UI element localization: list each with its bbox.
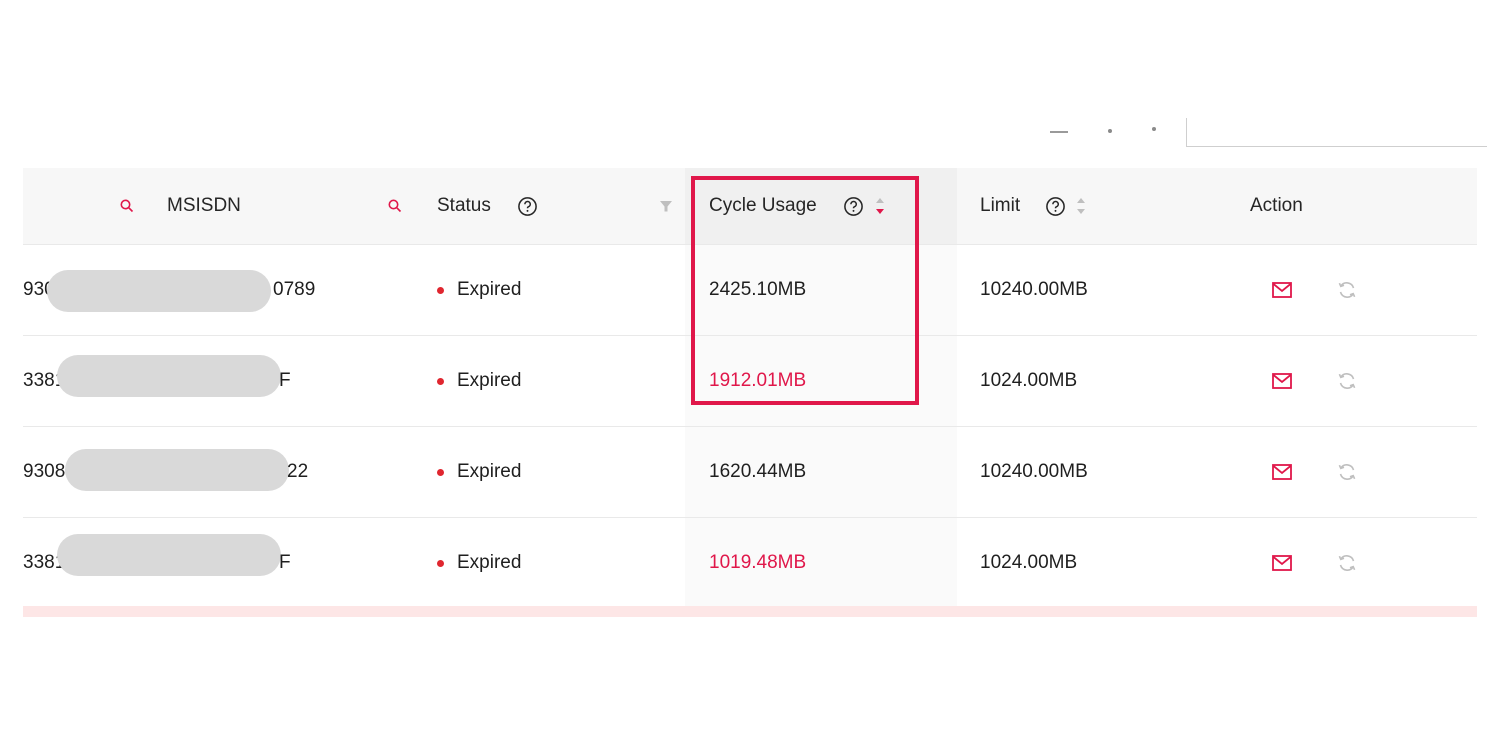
msisdn-suffix: 22 [287, 461, 309, 482]
column-header-action: Action [1250, 195, 1303, 216]
sort-icon[interactable] [1076, 195, 1086, 217]
table-header: MSISDN Status Cycle Usage Limit Action [23, 168, 1477, 245]
cycle-usage-value-over-limit: 1912.01MB [709, 370, 807, 391]
column-header-status[interactable]: Status [437, 195, 491, 217]
filter-icon[interactable] [659, 199, 673, 213]
redaction-mask [57, 534, 281, 576]
status-text: Expired [457, 279, 522, 300]
msisdn-suffix: F [279, 552, 291, 573]
status-dot [437, 286, 444, 294]
status-filter-wrap[interactable] [659, 168, 673, 244]
refresh-icon[interactable] [1336, 461, 1358, 483]
search-input[interactable] [1186, 118, 1487, 147]
help-circle-icon[interactable] [517, 195, 539, 217]
data-table: MSISDN Status Cycle Usage Limit Action 9… [23, 168, 1477, 609]
send-action-wrap[interactable] [1271, 245, 1293, 335]
cycle-usage-value-over-limit: 1019.48MB [709, 552, 807, 573]
column-header-limit[interactable]: Limit [980, 195, 1020, 217]
toolbar-fragment-dot [1152, 127, 1156, 131]
status-cell: Expired [437, 245, 521, 335]
search-icon[interactable] [387, 198, 403, 214]
mail-icon[interactable] [1271, 552, 1293, 574]
limit-value: 1024.00MB [980, 370, 1078, 391]
refresh-icon[interactable] [1336, 279, 1358, 301]
table-row: 93089 22 Expired 1620.44MB 10240.00MB [23, 427, 1477, 518]
mail-icon[interactable] [1271, 279, 1293, 301]
redaction-mask [47, 270, 271, 312]
status-dot [437, 468, 444, 476]
msisdn-suffix: 0789 [273, 279, 316, 300]
limit-value: 1024.00MB [980, 552, 1078, 573]
table-row: 3381 F Expired 1912.01MB 1024.00MB [23, 336, 1477, 427]
msisdn-suffix: F [279, 370, 291, 391]
status-cell: Expired [437, 336, 521, 426]
status-cell: Expired [437, 518, 521, 608]
redaction-mask [65, 449, 289, 491]
mail-icon[interactable] [1271, 461, 1293, 483]
refresh-action-wrap[interactable] [1336, 518, 1358, 608]
refresh-icon[interactable] [1336, 552, 1358, 574]
column-header-cycle-usage[interactable]: Cycle Usage [709, 195, 817, 217]
status-dot [437, 559, 444, 567]
column-header-limit-wrap: Limit [980, 168, 1086, 244]
send-action-wrap[interactable] [1271, 336, 1293, 426]
table-row: 930 0789 Expired 2425.10MB 10240.00MB [23, 245, 1477, 336]
status-text: Expired [457, 552, 522, 573]
cycle-usage-value: 2425.10MB [709, 279, 807, 300]
toolbar-fragment-mark [1050, 131, 1068, 133]
msisdn-search-wrap[interactable] [387, 168, 403, 244]
send-action-wrap[interactable] [1271, 518, 1293, 608]
column-header-cycle-usage-wrap: Cycle Usage [709, 168, 885, 244]
redaction-mask [57, 355, 281, 397]
status-text: Expired [457, 461, 522, 482]
send-action-wrap[interactable] [1271, 427, 1293, 517]
refresh-action-wrap[interactable] [1336, 427, 1358, 517]
toolbar-fragment-dot [1108, 129, 1112, 133]
refresh-icon[interactable] [1336, 370, 1358, 392]
help-circle-icon[interactable] [1044, 195, 1066, 217]
refresh-action-wrap[interactable] [1336, 336, 1358, 426]
status-text: Expired [457, 370, 522, 391]
search-msisdn-prev-icon-wrap[interactable] [119, 168, 135, 244]
refresh-action-wrap[interactable] [1336, 245, 1358, 335]
status-dot [437, 377, 444, 385]
column-header-status-wrap: Status [437, 168, 539, 244]
table-footer-strip [23, 606, 1477, 617]
status-cell: Expired [437, 427, 521, 517]
column-header-msisdn[interactable]: MSISDN [167, 168, 241, 244]
toolbar-fragment [1040, 118, 1500, 148]
table-row: 3381 F Expired 1019.48MB 1024.00MB [23, 518, 1477, 609]
cycle-usage-value: 1620.44MB [709, 461, 807, 482]
limit-value: 10240.00MB [980, 461, 1088, 482]
search-icon[interactable] [119, 198, 135, 214]
limit-value: 10240.00MB [980, 279, 1088, 300]
mail-icon[interactable] [1271, 370, 1293, 392]
help-circle-icon[interactable] [843, 195, 865, 217]
sort-icon[interactable] [875, 195, 885, 217]
